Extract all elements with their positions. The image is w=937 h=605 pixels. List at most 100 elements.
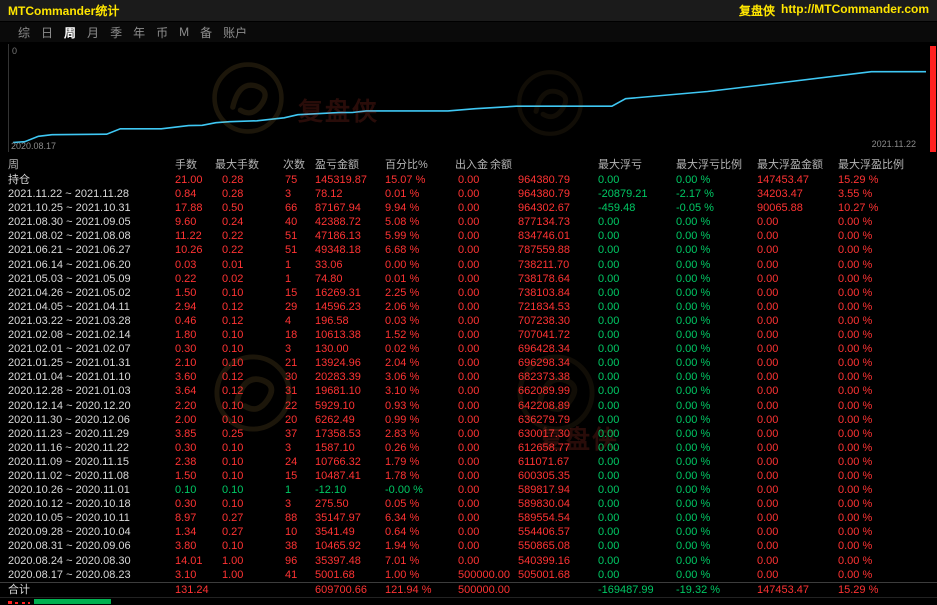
menu-item-7[interactable]: 币 [156,24,168,41]
cell: 0.00 [757,258,838,272]
title-bar: MTCommander统计 复盘侠 http://MTCommander.com [0,0,937,22]
cell: 0.00 % [838,342,937,356]
cell: 2021.04.05 ~ 2021.04.11 [8,300,175,314]
menu-item-2[interactable]: 日 [41,24,53,41]
menu-item-3[interactable]: 周 [64,24,76,41]
cell: 0.00 [458,539,518,553]
menu-bar: 综日周月季年币M备账户 [0,22,937,42]
menu-item-4[interactable]: 月 [87,24,99,41]
menu-item-6[interactable]: 年 [133,24,145,41]
table-row[interactable]: 2020.11.16 ~ 2020.11.220.300.1031587.100… [0,441,937,455]
equity-chart: 0 2020.08.17 2021.11.22 [8,44,930,152]
column-header: 最大浮亏 [598,157,676,173]
cell: 131.24 [175,583,222,598]
menu-item-9[interactable]: 备 [200,24,212,41]
cell: 0.00 [598,539,676,553]
cell: 0.12 [222,370,285,384]
cell: 1.50 [175,286,222,300]
cell: 0.27 [222,525,285,539]
menu-item-8[interactable]: M [179,25,189,39]
cell: 738178.64 [518,272,598,286]
cell: 9.60 [175,215,222,229]
column-header: 最大手数 [215,157,285,173]
cell: 0.00 % [676,229,757,243]
table-row[interactable]: 2020.08.24 ~ 2020.08.3014.011.009635397.… [0,554,937,568]
cell: 696298.34 [518,356,598,370]
table-body: 持仓21.000.2875145319.8715.07 %0.00964380.… [0,173,937,598]
cell: 0.00 % [676,483,757,497]
cell: 2020.08.31 ~ 2020.09.06 [8,539,175,553]
table-row[interactable]: 2020.09.28 ~ 2020.10.041.340.27103541.49… [0,525,937,539]
cell: 738103.84 [518,286,598,300]
cell: 0.28 [222,173,285,187]
table-row[interactable]: 2021.03.22 ~ 2021.03.280.460.124196.580.… [0,314,937,328]
cell: -12.10 [315,483,385,497]
table-row[interactable]: 2021.08.30 ~ 2021.09.059.600.244042388.7… [0,215,937,229]
table-row[interactable]: 2020.11.30 ~ 2020.12.062.000.10206262.49… [0,413,937,427]
table-row[interactable]: 2021.11.22 ~ 2021.11.280.840.28378.120.0… [0,187,937,201]
brand-url[interactable]: http://MTCommander.com [781,2,929,19]
cell: 5929.10 [315,399,385,413]
cell: 0.00 [598,300,676,314]
table-row[interactable]: 2020.08.31 ~ 2020.09.063.800.103810465.9… [0,539,937,553]
table-row[interactable]: 2021.10.25 ~ 2021.10.3117.880.506687167.… [0,201,937,215]
table-row[interactable]: 2021.01.04 ~ 2021.01.103.600.123020283.3… [0,370,937,384]
table-row[interactable]: 2021.06.21 ~ 2021.06.2710.260.225149348.… [0,243,937,257]
cell: 96 [285,554,315,568]
table-row[interactable]: 2021.04.26 ~ 2021.05.021.500.101516269.3… [0,286,937,300]
cell: 609700.66 [315,583,385,598]
cell: 0.46 [175,314,222,328]
cell: 2020.11.23 ~ 2020.11.29 [8,427,175,441]
cell: 0.00 % [676,356,757,370]
cell: 1.52 % [385,328,458,342]
table-row[interactable]: 2020.10.12 ~ 2020.10.180.300.103275.500.… [0,497,937,511]
table-row[interactable]: 2020.11.09 ~ 2020.11.152.380.102410766.3… [0,455,937,469]
x-axis-end-label: 2021.11.22 [872,139,916,149]
table-row[interactable]: 2021.08.02 ~ 2021.08.0811.220.225147186.… [0,229,937,243]
menu-item-5[interactable]: 季 [110,24,122,41]
cell: 0.00 [598,258,676,272]
brand-link[interactable]: 复盘侠 http://MTCommander.com [739,2,929,19]
cell: 1 [285,483,315,497]
cell: 87167.94 [315,201,385,215]
table-row[interactable]: 2020.12.28 ~ 2021.01.033.640.123119681.1… [0,384,937,398]
cell: 0.10 [222,286,285,300]
cell: 1.00 % [385,568,458,582]
cell: 5001.68 [315,568,385,582]
table-row[interactable]: 2020.10.05 ~ 2020.10.118.970.278835147.9… [0,511,937,525]
table-row[interactable]: 2021.02.01 ~ 2021.02.070.300.103130.000.… [0,342,937,356]
cell: 0.10 [222,483,285,497]
cell: 18 [285,328,315,342]
cell: 1.00 [222,568,285,582]
table-row[interactable]: 2020.11.02 ~ 2020.11.081.500.101510487.4… [0,469,937,483]
cell: 3.80 [175,539,222,553]
cell: 2020.11.09 ~ 2020.11.15 [8,455,175,469]
menu-item-1[interactable]: 综 [18,24,30,41]
cell: 0.00 % [676,539,757,553]
table-row[interactable]: 2020.12.14 ~ 2020.12.202.200.10225929.10… [0,399,937,413]
table-row[interactable]: 2021.06.14 ~ 2021.06.200.030.01133.060.0… [0,258,937,272]
table-row[interactable]: 2020.10.26 ~ 2020.11.010.100.101-12.10-0… [0,483,937,497]
cell: 90065.88 [757,201,838,215]
cell: 0.28 [222,187,285,201]
cell: 0.10 [222,469,285,483]
table-row[interactable]: 2021.05.03 ~ 2021.05.090.220.02174.800.0… [0,272,937,286]
cell: 0.10 [222,497,285,511]
cell: 0.24 [222,215,285,229]
cell: 0.00 [598,272,676,286]
table-row[interactable]: 2021.04.05 ~ 2021.04.112.940.122914596.2… [0,300,937,314]
table-row[interactable]: 2021.01.25 ~ 2021.01.312.100.102113924.9… [0,356,937,370]
cell: 2020.10.26 ~ 2020.11.01 [8,483,175,497]
cell: 3.64 [175,384,222,398]
total-row[interactable]: 合计131.24609700.66121.94 %500000.00-16948… [0,582,937,598]
cell: 500000.00 [458,583,518,598]
holding-row[interactable]: 持仓21.000.2875145319.8715.07 %0.00964380.… [0,173,937,187]
menu-item-10[interactable]: 账户 [223,24,247,41]
table-row[interactable]: 2021.02.08 ~ 2021.02.141.800.101810613.3… [0,328,937,342]
cell: 0.00 % [838,554,937,568]
table-row[interactable]: 2020.08.17 ~ 2020.08.233.101.00415001.68… [0,568,937,582]
table-row[interactable]: 2020.11.23 ~ 2020.11.293.850.253717358.5… [0,427,937,441]
cell: 612658.77 [518,441,598,455]
cell: 51 [285,229,315,243]
cell: 14596.23 [315,300,385,314]
